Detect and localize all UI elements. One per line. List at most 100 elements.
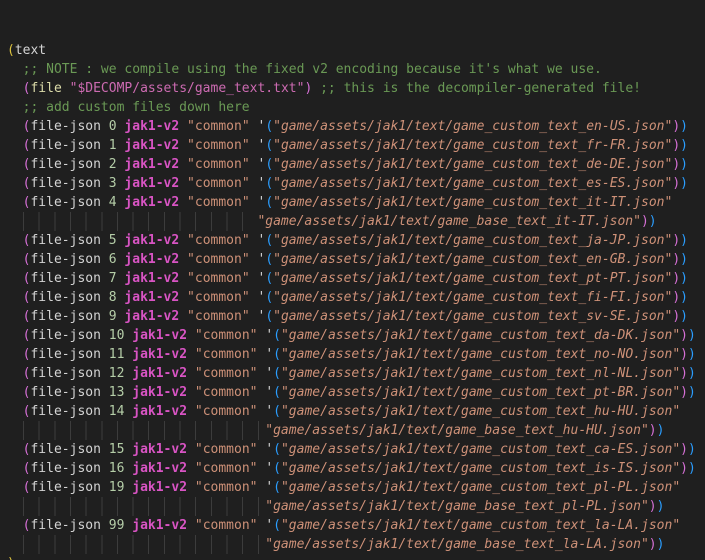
code-token bbox=[7, 233, 23, 248]
code-line[interactable]: (file-json 14 jak1-v2 "common" '("game/a… bbox=[7, 402, 705, 421]
code-token bbox=[101, 404, 109, 419]
code-line[interactable]: (file-json 5 jak1-v2 "common" '("game/as… bbox=[7, 231, 705, 250]
code-token: ' bbox=[265, 328, 273, 343]
code-line[interactable]: (file-json 1 jak1-v2 "common" '("game/as… bbox=[7, 136, 705, 155]
code-token: 99 bbox=[109, 518, 125, 533]
code-token: ) bbox=[680, 347, 688, 362]
indent-guide bbox=[23, 497, 266, 516]
code-token: ) bbox=[657, 499, 665, 514]
code-token: "game/assets/jak1/text/game_custom_text_… bbox=[281, 461, 680, 476]
code-token bbox=[250, 157, 258, 172]
code-token bbox=[312, 81, 320, 96]
code-token: ) bbox=[657, 537, 665, 552]
code-token: jak1-v2 bbox=[124, 119, 179, 134]
code-token: file-json bbox=[30, 138, 100, 153]
code-token: ' bbox=[265, 366, 273, 381]
code-token: 19 bbox=[109, 480, 125, 495]
code-token: "$DECOMP/assets/game_text.txt" bbox=[70, 81, 305, 96]
code-line[interactable]: ) bbox=[7, 554, 705, 560]
code-token: jak1-v2 bbox=[132, 328, 187, 343]
code-token: jak1-v2 bbox=[132, 347, 187, 362]
code-line[interactable]: (file-json 10 jak1-v2 "common" '("game/a… bbox=[7, 326, 705, 345]
code-token: "game/assets/jak1/text/game_base_text_pl… bbox=[265, 499, 649, 514]
code-token: ( bbox=[265, 233, 273, 248]
code-line[interactable]: (file-json 6 jak1-v2 "common" '("game/as… bbox=[7, 250, 705, 269]
code-token bbox=[179, 233, 187, 248]
code-token bbox=[179, 309, 187, 324]
code-token: ) bbox=[649, 499, 657, 514]
code-line[interactable]: (file-json 12 jak1-v2 "common" '("game/a… bbox=[7, 364, 705, 383]
code-line[interactable]: "game/assets/jak1/text/game_base_text_pl… bbox=[7, 497, 705, 516]
code-line[interactable]: ;; NOTE : we compile using the fixed v2 … bbox=[7, 60, 705, 79]
code-line[interactable]: (file "$DECOMP/assets/game_text.txt") ;;… bbox=[7, 79, 705, 98]
code-token bbox=[101, 347, 109, 362]
code-token bbox=[187, 480, 195, 495]
code-token: "common" bbox=[187, 233, 250, 248]
code-line[interactable]: (file-json 11 jak1-v2 "common" '("game/a… bbox=[7, 345, 705, 364]
code-line[interactable]: (file-json 0 jak1-v2 "common" '("game/as… bbox=[7, 117, 705, 136]
code-token: "game/assets/jak1/text/game_custom_text_… bbox=[281, 328, 680, 343]
code-token bbox=[101, 233, 109, 248]
code-token: "common" bbox=[187, 157, 250, 172]
code-token: "game/assets/jak1/text/game_custom_text_… bbox=[273, 290, 672, 305]
code-line[interactable]: (file-json 19 jak1-v2 "common" '("game/a… bbox=[7, 478, 705, 497]
code-line[interactable]: (file-json 9 jak1-v2 "common" '("game/as… bbox=[7, 307, 705, 326]
code-line[interactable]: (file-json 15 jak1-v2 "common" '("game/a… bbox=[7, 440, 705, 459]
code-token bbox=[179, 290, 187, 305]
code-token: file-json bbox=[30, 252, 100, 267]
code-token: 16 bbox=[109, 461, 125, 476]
code-line[interactable]: (file-json 16 jak1-v2 "common" '("game/a… bbox=[7, 459, 705, 478]
code-line[interactable]: (file-json 2 jak1-v2 "common" '("game/as… bbox=[7, 155, 705, 174]
code-token: ( bbox=[273, 442, 281, 457]
code-token: file-json bbox=[30, 347, 100, 362]
code-line[interactable]: (file-json 99 jak1-v2 "common" '("game/a… bbox=[7, 516, 705, 535]
code-token: ) bbox=[7, 556, 15, 560]
code-token: ) bbox=[672, 271, 680, 286]
code-token: ( bbox=[273, 518, 281, 533]
code-token bbox=[62, 81, 70, 96]
code-token: ' bbox=[265, 442, 273, 457]
code-line[interactable]: (file-json 13 jak1-v2 "common" '("game/a… bbox=[7, 383, 705, 402]
code-area[interactable]: (text ;; NOTE : we compile using the fix… bbox=[7, 41, 705, 560]
code-token: ) bbox=[649, 423, 657, 438]
code-token bbox=[101, 176, 109, 191]
code-line[interactable]: ;; add custom files down here bbox=[7, 98, 705, 117]
code-token bbox=[101, 309, 109, 324]
code-line[interactable]: (file-json 7 jak1-v2 "common" '("game/as… bbox=[7, 269, 705, 288]
code-token bbox=[7, 157, 23, 172]
code-token: file-json bbox=[30, 233, 100, 248]
code-token: jak1-v2 bbox=[124, 271, 179, 286]
code-token: 12 bbox=[109, 366, 125, 381]
code-token: ) bbox=[672, 119, 680, 134]
code-token: "game/assets/jak1/text/game_custom_text_… bbox=[281, 347, 680, 362]
code-token: "game/assets/jak1/text/game_custom_text_… bbox=[273, 138, 672, 153]
code-token: jak1-v2 bbox=[124, 138, 179, 153]
code-token: "game/assets/jak1/text/game_custom_text_… bbox=[273, 119, 672, 134]
code-editor[interactable]: (text ;; NOTE : we compile using the fix… bbox=[0, 0, 705, 560]
code-token: ( bbox=[273, 347, 281, 362]
code-token: ) bbox=[680, 271, 688, 286]
code-token: ) bbox=[680, 366, 688, 381]
code-token: ( bbox=[265, 271, 273, 286]
code-line[interactable]: (file-json 3 jak1-v2 "common" '("game/as… bbox=[7, 174, 705, 193]
code-token: ) bbox=[680, 252, 688, 267]
code-token: 2 bbox=[109, 157, 117, 172]
code-token: ;; add custom files down here bbox=[7, 100, 250, 115]
code-line[interactable]: (file-json 4 jak1-v2 "common" '("game/as… bbox=[7, 193, 705, 212]
code-token bbox=[7, 328, 23, 343]
code-token: "game/assets/jak1/text/game_custom_text_… bbox=[273, 309, 672, 324]
code-token bbox=[7, 461, 23, 476]
code-token: file-json bbox=[30, 518, 100, 533]
code-line[interactable]: "game/assets/jak1/text/game_base_text_la… bbox=[7, 535, 705, 554]
indent-guide bbox=[23, 535, 266, 554]
code-line[interactable]: (file-json 8 jak1-v2 "common" '("game/as… bbox=[7, 288, 705, 307]
code-token bbox=[7, 252, 23, 267]
code-token bbox=[187, 518, 195, 533]
code-token: "game/assets/jak1/text/game_custom_text_… bbox=[281, 480, 680, 495]
code-line[interactable]: "game/assets/jak1/text/game_base_text_it… bbox=[7, 212, 705, 231]
code-token: ( bbox=[273, 404, 281, 419]
code-token: "common" bbox=[187, 176, 250, 191]
code-line[interactable]: "game/assets/jak1/text/game_base_text_hu… bbox=[7, 421, 705, 440]
code-token: "game/assets/jak1/text/game_custom_text_… bbox=[281, 366, 680, 381]
code-line[interactable]: (text bbox=[7, 41, 705, 60]
